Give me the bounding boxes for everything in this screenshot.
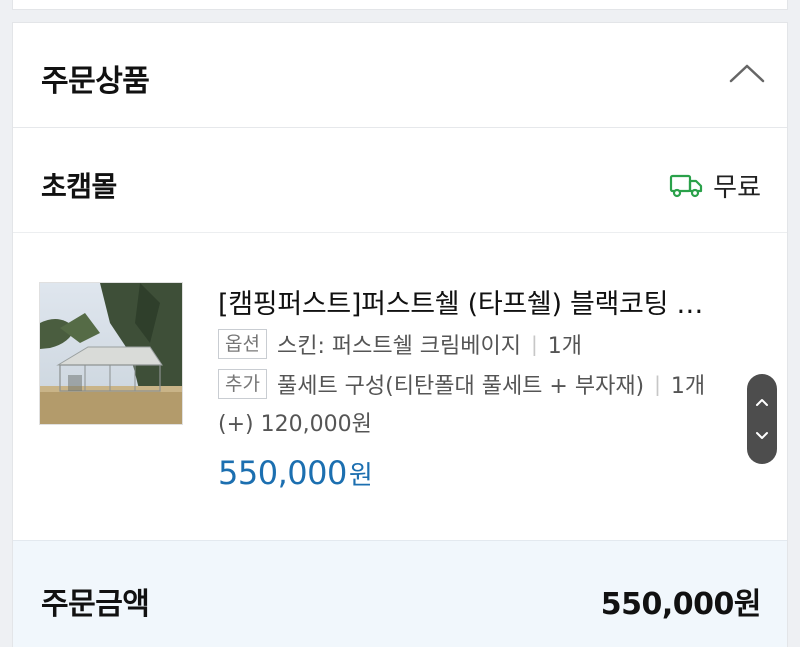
divider: | [531,332,538,356]
chevron-down-icon[interactable] [755,431,769,441]
addon-quantity: 1개 [670,374,706,399]
addon-text: 풀세트 구성(티탄폴대 풀세트 + 부자재) [276,374,645,399]
option-quantity: 1개 [547,334,583,359]
product-item: [캠핑퍼스트]퍼스트쉘 (타프쉘) 블랙코팅 … 옵션 스킨: 퍼스트쉘 크림베… [13,234,787,539]
section-header: 주문상품 [13,23,787,128]
option-badge: 옵션 [218,329,267,359]
shipping-fee-label: 무료 [713,173,761,203]
option-text: 스킨: 퍼스트쉘 크림베이지 [276,334,522,359]
tent-photo [40,283,182,424]
seller-name: 초캠몰 [41,170,117,203]
order-total-label: 주문금액 [41,587,150,622]
addon-price: (+) 120,000원 [218,412,372,437]
addon-badge: 추가 [218,369,267,399]
scroll-control[interactable] [747,374,777,464]
section-title: 주문상품 [41,64,150,99]
order-total-value: 550,000원 [600,587,762,622]
price-number: 550,000 [218,454,347,492]
chevron-up-icon[interactable] [755,397,769,407]
product-info: [캠핑퍼스트]퍼스트쉘 (타프쉘) 블랙코팅 … 옵션 스킨: 퍼스트쉘 크림베… [218,282,758,492]
chevron-up-icon [729,64,765,83]
order-total-row: 주문금액 550,000원 [13,540,787,647]
option-line: 옵션 스킨: 퍼스트쉘 크림베이지 | 1개 [218,328,758,360]
item-price: 550,000원 [218,454,758,492]
delivery-truck-icon [670,174,703,197]
order-products-card: 주문상품 초캠몰 무료 [캠핑퍼스트]퍼스트쉘 (타프쉘) 블랙코팅 … 옵션 … [12,22,788,647]
collapse-toggle-button[interactable] [725,51,769,95]
product-title[interactable]: [캠핑퍼스트]퍼스트쉘 (타프쉘) 블랙코팅 … [218,282,766,320]
previous-card-edge [12,0,788,10]
seller-row: 초캠몰 무료 [13,129,787,233]
price-unit: 원 [348,461,373,491]
divider: | [654,372,661,396]
addon-line: 추가 풀세트 구성(티탄폴대 풀세트 + 부자재) | 1개 [218,368,758,400]
shipping-info: 무료 [669,167,761,204]
product-thumbnail[interactable] [39,282,183,425]
